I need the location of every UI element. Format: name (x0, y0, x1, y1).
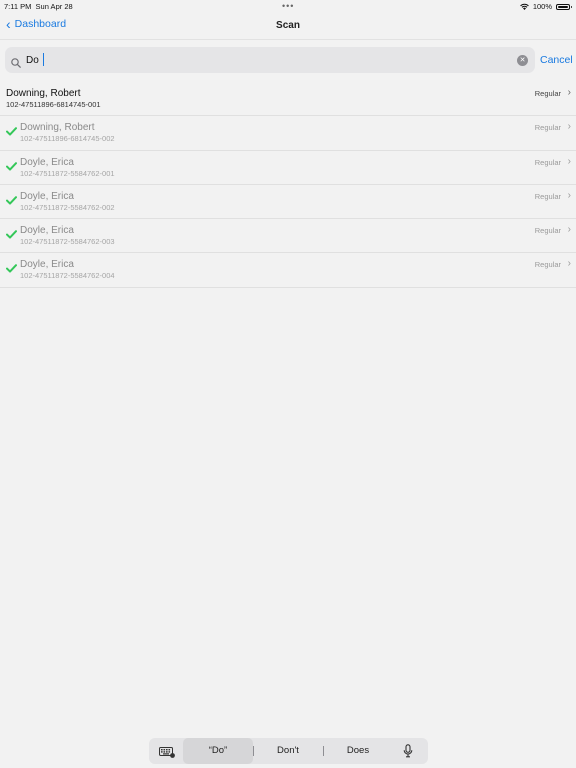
item-id: 102-47511896-6814745-001 (6, 100, 101, 109)
list-item[interactable]: Doyle, Erica 102-47511872-5584762-003 Re… (0, 219, 576, 254)
list-item[interactable]: Downing, Robert 102-47511896-6814745-002… (0, 116, 576, 151)
item-type: Regular (534, 260, 561, 270)
item-type: Regular (534, 89, 561, 98)
checkmark-icon (6, 123, 17, 141)
status-right: 100% (520, 2, 572, 11)
microphone-icon[interactable] (403, 744, 413, 763)
list-item[interactable]: Doyle, Erica 102-47511872-5584762-001 Re… (0, 151, 576, 185)
item-name: Doyle, Erica (20, 225, 74, 237)
search-input[interactable] (26, 52, 506, 68)
keyboard-icon[interactable] (159, 745, 175, 763)
navigation-bar: ‹ Dashboard Scan (0, 12, 576, 40)
chevron-right-icon: › (567, 224, 571, 236)
suggestion-3[interactable]: Does (323, 738, 393, 764)
item-type: Regular (534, 157, 561, 167)
item-type: Regular (534, 191, 561, 201)
multitasking-dots-icon[interactable]: ••• (282, 1, 294, 11)
keyboard-suggestion-bar: “Do” Don't Does (149, 738, 428, 764)
item-name: Doyle, Erica (20, 156, 74, 168)
page-title: Scan (276, 20, 300, 31)
search-icon (11, 55, 21, 73)
checkmark-icon (6, 192, 17, 210)
item-name: Downing, Robert (6, 88, 81, 99)
chevron-right-icon: › (567, 258, 571, 270)
item-name: Downing, Robert (20, 122, 95, 134)
search-box[interactable]: ✕ (5, 47, 535, 73)
item-id: 102-47511872-5584762-003 (20, 237, 115, 247)
checkmark-icon (6, 226, 17, 244)
status-bar: 7:11 PM Sun Apr 28 ••• 100% (0, 0, 576, 12)
item-type: Regular (534, 226, 561, 236)
suggestion-2[interactable]: Don't (253, 738, 323, 764)
cancel-button[interactable]: Cancel (540, 54, 573, 66)
battery-icon (556, 3, 572, 10)
item-id: 102-47511872-5584762-004 (20, 271, 115, 281)
suggestion-quoted[interactable]: “Do” (183, 738, 253, 764)
status-time-text: 7:11 PM (4, 2, 32, 11)
clear-icon[interactable]: ✕ (517, 55, 528, 66)
item-id: 102-47511872-5584762-002 (20, 202, 115, 212)
results-list: Downing, Robert 102-47511896-6814745-001… (0, 82, 576, 288)
item-id: 102-47511872-5584762-001 (20, 168, 115, 178)
search-row: ✕ Cancel (5, 47, 573, 74)
text-caret (43, 53, 44, 66)
item-name: Doyle, Erica (20, 190, 74, 202)
wifi-icon (520, 3, 529, 10)
item-name: Doyle, Erica (20, 259, 74, 271)
list-item[interactable]: Doyle, Erica 102-47511872-5584762-004 Re… (0, 253, 576, 288)
battery-percent: 100% (532, 2, 552, 11)
status-time: 7:11 PM Sun Apr 28 (4, 2, 73, 11)
chevron-right-icon: › (567, 155, 571, 167)
chevron-right-icon: › (567, 121, 571, 133)
list-item[interactable]: Downing, Robert 102-47511896-6814745-001… (0, 82, 576, 117)
list-item[interactable]: Doyle, Erica 102-47511872-5584762-002 Re… (0, 185, 576, 220)
checkmark-icon (6, 260, 17, 278)
item-id: 102-47511896-6814745-002 (20, 134, 115, 144)
status-date-text: Sun Apr 28 (35, 2, 73, 11)
chevron-right-icon: › (567, 189, 571, 201)
chevron-right-icon: › (567, 87, 571, 98)
item-type: Regular (534, 123, 561, 133)
checkmark-icon (6, 158, 17, 176)
